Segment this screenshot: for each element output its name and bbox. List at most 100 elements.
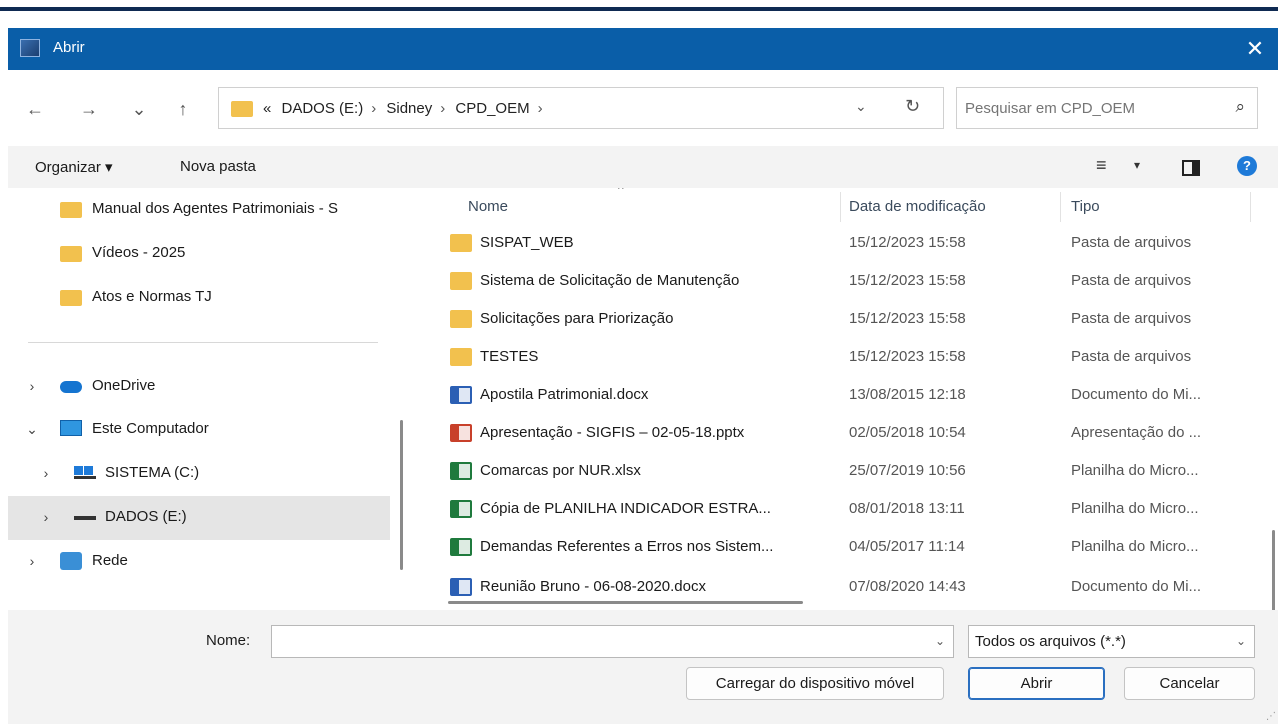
column-header-date[interactable]: Data de modificação [849,198,986,215]
view-options-icon[interactable]: ≡ [1096,155,1107,176]
tree-item-dados-e[interactable]: › DADOS (E:) [8,496,390,540]
search-box[interactable]: ⌕ [956,87,1258,129]
address-bar[interactable]: « DADOS (E:) › Sidney › CPD_OEM › ⌄ ↻ [218,87,944,129]
tree-item-este-computador[interactable]: ⌄ Este Computador [8,408,390,452]
file-list-horizontal-scrollbar[interactable] [448,601,803,604]
file-date: 04/05/2017 11:14 [849,538,965,555]
help-icon[interactable]: ? [1237,156,1257,176]
upload-from-mobile-button[interactable]: Carregar do dispositivo móvel [686,667,944,700]
file-row[interactable]: TESTES 15/12/2023 15:58 Pasta de arquivo… [440,338,1260,376]
tree-item-onedrive[interactable]: › OneDrive [8,365,390,409]
preview-pane-icon[interactable] [1182,160,1200,176]
expand-chevron-icon[interactable]: › [38,465,54,481]
file-name-input[interactable] [278,631,918,653]
tree-item-label: Rede [92,552,128,569]
forward-arrow-icon[interactable]: → [76,96,102,122]
file-row[interactable]: Apresentação - SIGFIS – 02-05-18.pptx 02… [440,414,1260,452]
file-type: Apresentação do ... [1071,424,1202,441]
tree-item-rede[interactable]: › Rede [8,540,390,584]
breadcrumb-cpd-oem[interactable]: CPD_OEM [455,100,529,117]
breadcrumb-separator-icon[interactable]: › [440,100,445,117]
file-type-filter-value: Todos os arquivos (*.*) [975,633,1126,650]
chevron-down-icon[interactable]: ⌄ [1236,634,1246,648]
file-type: Documento do Mi... [1071,578,1202,595]
tree-item-label: DADOS (E:) [105,508,187,525]
column-divider[interactable] [840,192,841,222]
new-folder-button[interactable]: Nova pasta [180,158,256,175]
tree-item-sistema-c[interactable]: › SISTEMA (C:) [8,452,390,496]
breadcrumb-sidney[interactable]: Sidney [386,100,432,117]
file-row[interactable]: Cópia de PLANILHA INDICADOR ESTRA... 08/… [440,490,1260,528]
file-type: Documento do Mi... [1071,386,1202,403]
tree-divider [28,342,378,343]
window-title: Abrir [53,39,85,56]
file-list: ^ Nome Data de modificação Tipo SISPAT_W… [440,188,1278,608]
navigation-pane: Manual dos Agentes Patrimoniais - S Víde… [8,188,408,608]
breadcrumb-separator-icon[interactable]: › [538,100,543,117]
breadcrumb: « DADOS (E:) › Sidney › CPD_OEM › [263,100,549,117]
top-strip-bar [0,7,1278,11]
file-date: 25/07/2019 10:56 [849,462,966,479]
file-name: Reunião Bruno - 06-08-2020.docx [480,578,706,595]
back-arrow-icon[interactable]: ← [22,96,48,122]
refresh-icon[interactable]: ↻ [905,96,920,117]
open-dialog: ← → ⌄ ↑ « DADOS (E:) › Sidney › CPD_OEM › ⌄… [8,70,1278,724]
file-type: Pasta de arquivos [1071,234,1192,251]
collapse-chevron-icon[interactable]: ⌄ [24,421,40,438]
cancel-button[interactable]: Cancelar [1124,667,1255,700]
breadcrumb-overflow[interactable]: « [263,100,271,117]
network-icon [60,552,82,570]
navigation-row: ← → ⌄ ↑ « DADOS (E:) › Sidney › CPD_OEM › ⌄… [8,70,1278,146]
organize-menu[interactable]: Organizar ▾ [35,158,113,176]
file-type: Planilha do Micro... [1071,462,1199,479]
file-row[interactable]: Solicitações para Priorização 15/12/2023… [440,300,1260,338]
tree-item-manual[interactable]: Manual dos Agentes Patrimoniais - S [8,188,390,232]
expand-chevron-icon[interactable]: › [38,509,54,525]
file-name-combobox[interactable]: ⌄ [271,625,954,658]
view-options-caret-icon[interactable]: ▾ [1134,158,1140,172]
file-name: SISPAT_WEB [480,234,574,251]
file-type: Pasta de arquivos [1071,348,1192,365]
column-divider[interactable] [1060,192,1061,222]
column-header-type[interactable]: Tipo [1071,198,1100,215]
excel-icon [450,462,472,480]
breadcrumb-dados[interactable]: DADOS (E:) [282,100,364,117]
file-type-filter[interactable]: Todos os arquivos (*.*) ⌄ [968,625,1255,658]
resize-grip-icon[interactable]: ⋰ [1266,711,1276,722]
breadcrumb-separator-icon[interactable]: › [371,100,376,117]
open-button[interactable]: Abrir [968,667,1105,700]
search-icon[interactable]: ⌕ [1235,97,1245,117]
drive-c-icon [74,466,96,479]
file-row[interactable]: Demandas Referentes a Erros nos Sistem..… [440,528,1260,566]
navigation-pane-scrollbar[interactable] [400,420,403,570]
file-row[interactable]: Comarcas por NUR.xlsx 25/07/2019 10:56 P… [440,452,1260,490]
powerpoint-icon [450,424,472,442]
folder-icon [60,246,82,262]
file-row[interactable]: Reunião Bruno - 06-08-2020.docx 07/08/20… [440,568,1260,598]
close-icon[interactable]: ✕ [1240,34,1270,64]
file-name: Apostila Patrimonial.docx [480,386,649,403]
file-date: 02/05/2018 10:54 [849,424,966,441]
drive-e-icon [74,516,96,520]
file-row[interactable]: SISPAT_WEB 15/12/2023 15:58 Pasta de arq… [440,224,1260,262]
file-name: Sistema de Solicitação de Manutenção [480,272,740,289]
excel-icon [450,538,472,556]
file-type: Pasta de arquivos [1071,310,1192,327]
column-header-name[interactable]: Nome [468,198,508,215]
address-dropdown-icon[interactable]: ⌄ [855,98,867,115]
file-row[interactable]: Sistema de Solicitação de Manutenção 15/… [440,262,1260,300]
up-arrow-icon[interactable]: ↑ [170,96,196,122]
column-divider[interactable] [1250,192,1251,222]
file-type: Planilha do Micro... [1071,500,1199,517]
file-date: 15/12/2023 15:58 [849,348,966,365]
chevron-down-icon[interactable]: ⌄ [935,634,945,648]
expand-chevron-icon[interactable]: › [24,378,40,394]
dialog-footer: Nome: ⌄ Todos os arquivos (*.*) ⌄ Carreg… [8,610,1278,724]
recent-locations-chevron-icon[interactable]: ⌄ [126,96,152,122]
file-row[interactable]: Apostila Patrimonial.docx 13/08/2015 12:… [440,376,1260,414]
search-input[interactable] [965,96,1215,120]
tree-item-atos[interactable]: Atos e Normas TJ [8,276,390,320]
expand-chevron-icon[interactable]: › [24,553,40,569]
file-name-label: Nome: [206,632,251,649]
tree-item-videos[interactable]: Vídeos - 2025 [8,232,390,276]
